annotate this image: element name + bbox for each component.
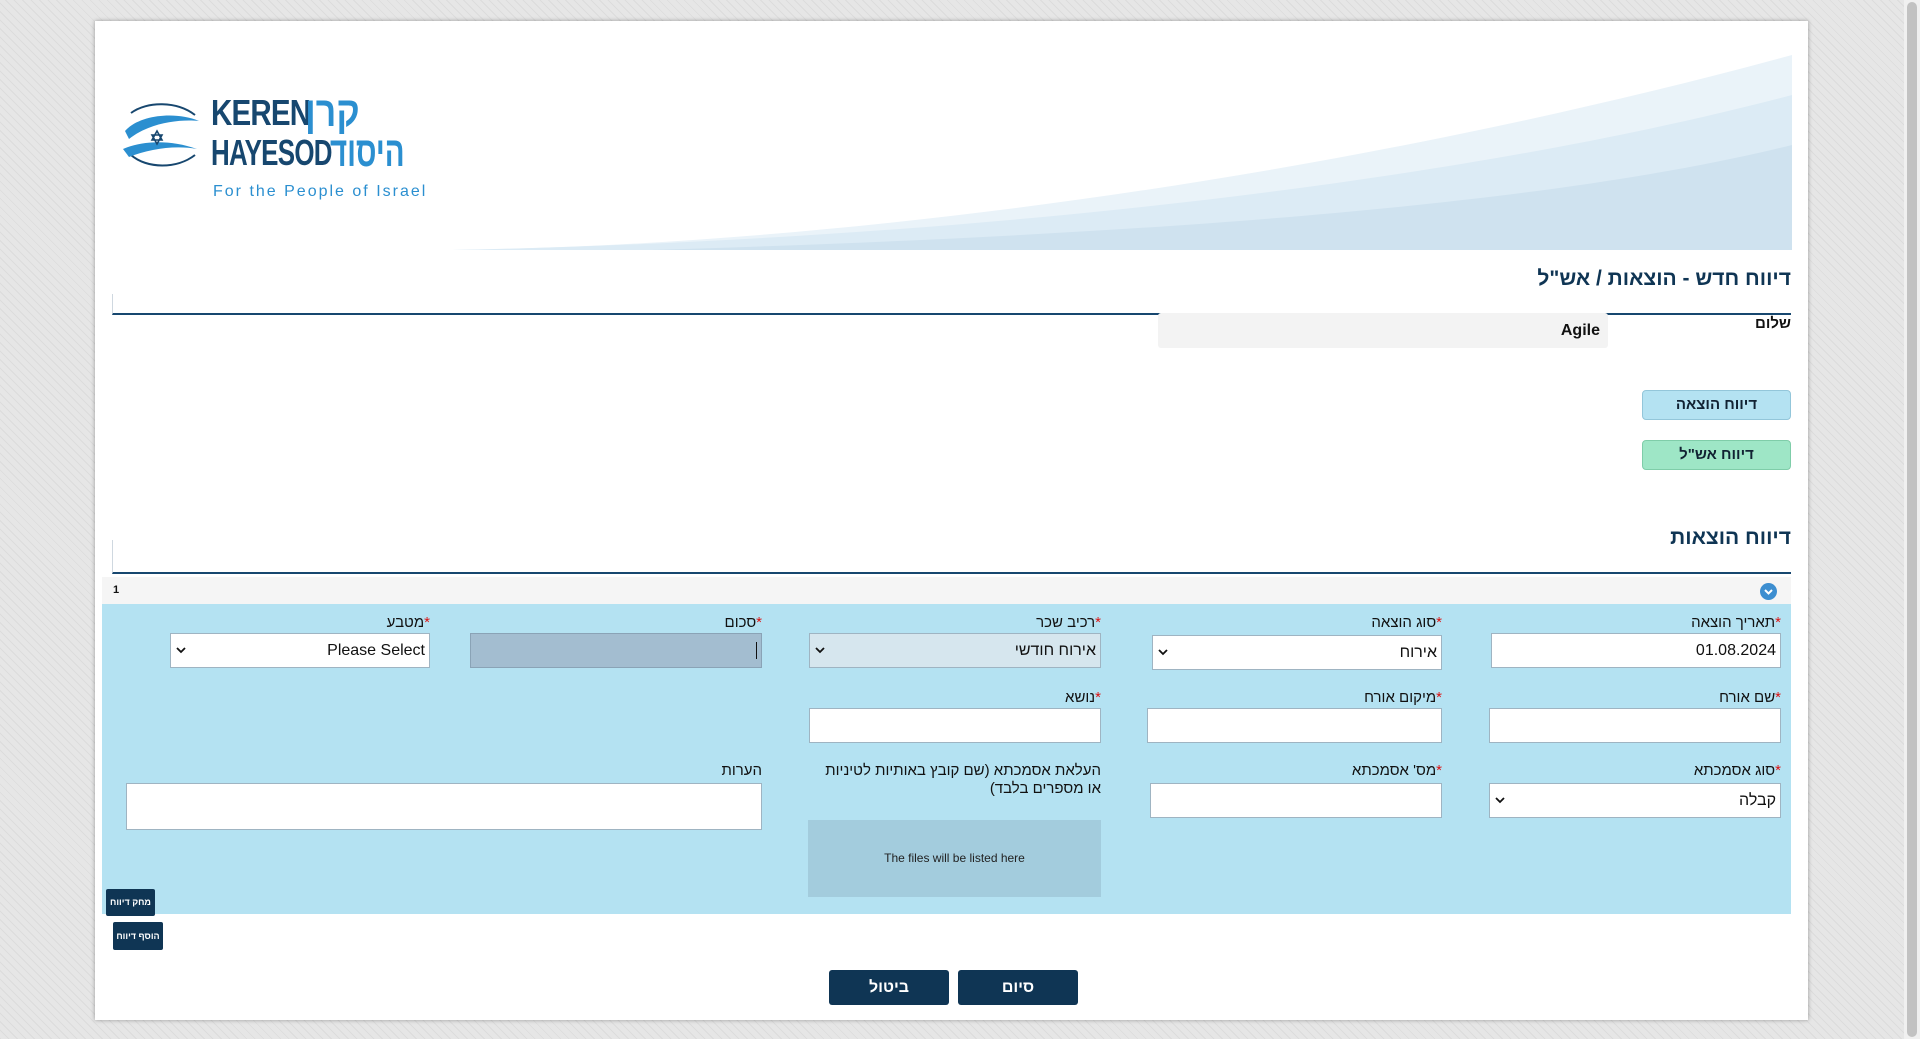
- salary-component-label: *רכיב שכר: [1036, 614, 1101, 631]
- text-cursor: [756, 642, 757, 660]
- required-marker: *: [1095, 689, 1101, 706]
- currency-label: *מטבע: [386, 614, 430, 631]
- title-divider: [112, 294, 1791, 315]
- notes-label: הערות: [721, 762, 762, 779]
- per-diem-report-button[interactable]: דיווח אש"ל: [1642, 440, 1791, 470]
- reference-type-select[interactable]: קבלה: [1489, 783, 1781, 818]
- finish-button[interactable]: סיום: [958, 970, 1078, 1005]
- required-marker: *: [1775, 762, 1781, 779]
- currency-select[interactable]: Please Select: [170, 633, 430, 668]
- expense-type-label: *סוג הוצאה: [1371, 614, 1442, 631]
- amount-input[interactable]: [470, 633, 762, 668]
- report-header-bar[interactable]: 1: [102, 577, 1791, 604]
- globe-star-icon: [123, 103, 199, 167]
- report-number: 1: [113, 584, 120, 596]
- main-panel: KEREN קרן HAYESOD היסוד For the People o…: [95, 21, 1808, 1020]
- cancel-button[interactable]: ביטול: [829, 970, 949, 1005]
- file-list-placeholder: The files will be listed here: [884, 851, 1025, 865]
- expense-date-input[interactable]: 01.08.2024: [1491, 633, 1781, 668]
- logo-hayesod-en: HAYESOD: [211, 132, 332, 173]
- page-title: דיווח חדש - הוצאות / אש"ל: [1537, 267, 1791, 290]
- chevron-down-icon: [1495, 797, 1505, 804]
- reference-file-dropzone[interactable]: The files will be listed here: [808, 820, 1101, 897]
- keren-hayesod-logo: KEREN קרן HAYESOD היסוד For the People o…: [119, 73, 439, 203]
- header-banner: [452, 55, 1792, 250]
- expense-date-label: *תאריך הוצאה: [1691, 614, 1781, 631]
- greeting-label: שלום: [1755, 315, 1791, 332]
- add-report-button[interactable]: הוסף דיווח: [113, 922, 163, 950]
- guest-location-label: *מיקום אורח: [1364, 689, 1442, 706]
- reference-type-label: *סוג אסמכתא: [1693, 762, 1781, 779]
- reference-number-label: *מס' אסמכתא: [1351, 762, 1442, 779]
- logo-tagline: For the People of Israel: [213, 183, 428, 200]
- amount-label: *סכום: [724, 614, 762, 631]
- required-marker: *: [756, 614, 762, 631]
- expense-report-button[interactable]: דיווח הוצאה: [1642, 390, 1791, 420]
- delete-report-button[interactable]: מחק דיווח: [106, 889, 155, 916]
- guest-name-input[interactable]: [1489, 708, 1781, 743]
- required-marker: *: [1775, 614, 1781, 631]
- section-divider: [112, 540, 1791, 574]
- logo-hayesod-he: היסוד: [330, 128, 405, 175]
- reference-number-input[interactable]: [1150, 783, 1442, 818]
- greeting-value-box: Agile: [1158, 313, 1608, 348]
- reference-upload-label: העלאת אסמכתא (שם קובץ באותיות לטיניות או…: [825, 762, 1101, 797]
- notes-textarea[interactable]: [126, 783, 762, 830]
- salary-component-select[interactable]: אירוח חודשי: [809, 633, 1101, 668]
- collapse-chevron-icon[interactable]: [1760, 583, 1777, 600]
- greeting-user-name: Agile: [1560, 322, 1600, 339]
- report-form: *תאריך הוצאה *סוג הוצאה *רכיב שכר *סכום …: [102, 604, 1791, 916]
- required-marker: *: [1095, 614, 1101, 631]
- chevron-down-icon: [1158, 649, 1168, 656]
- required-marker: *: [1436, 689, 1442, 706]
- logo-keren-en: KEREN: [211, 92, 311, 133]
- expense-type-select[interactable]: אירוח: [1152, 635, 1442, 670]
- page-scrollbar[interactable]: [1904, 0, 1920, 1039]
- required-marker: *: [424, 614, 430, 631]
- chevron-down-icon: [176, 647, 186, 654]
- guest-name-label: *שם אורח: [1719, 689, 1781, 706]
- guest-location-input[interactable]: [1147, 708, 1442, 743]
- required-marker: *: [1436, 762, 1442, 779]
- scrollbar-thumb[interactable]: [1907, 2, 1917, 1037]
- subject-input[interactable]: [809, 708, 1101, 743]
- required-marker: *: [1775, 689, 1781, 706]
- chevron-down-icon: [815, 647, 825, 654]
- required-marker: *: [1436, 614, 1442, 631]
- subject-label: *נושא: [1065, 689, 1101, 706]
